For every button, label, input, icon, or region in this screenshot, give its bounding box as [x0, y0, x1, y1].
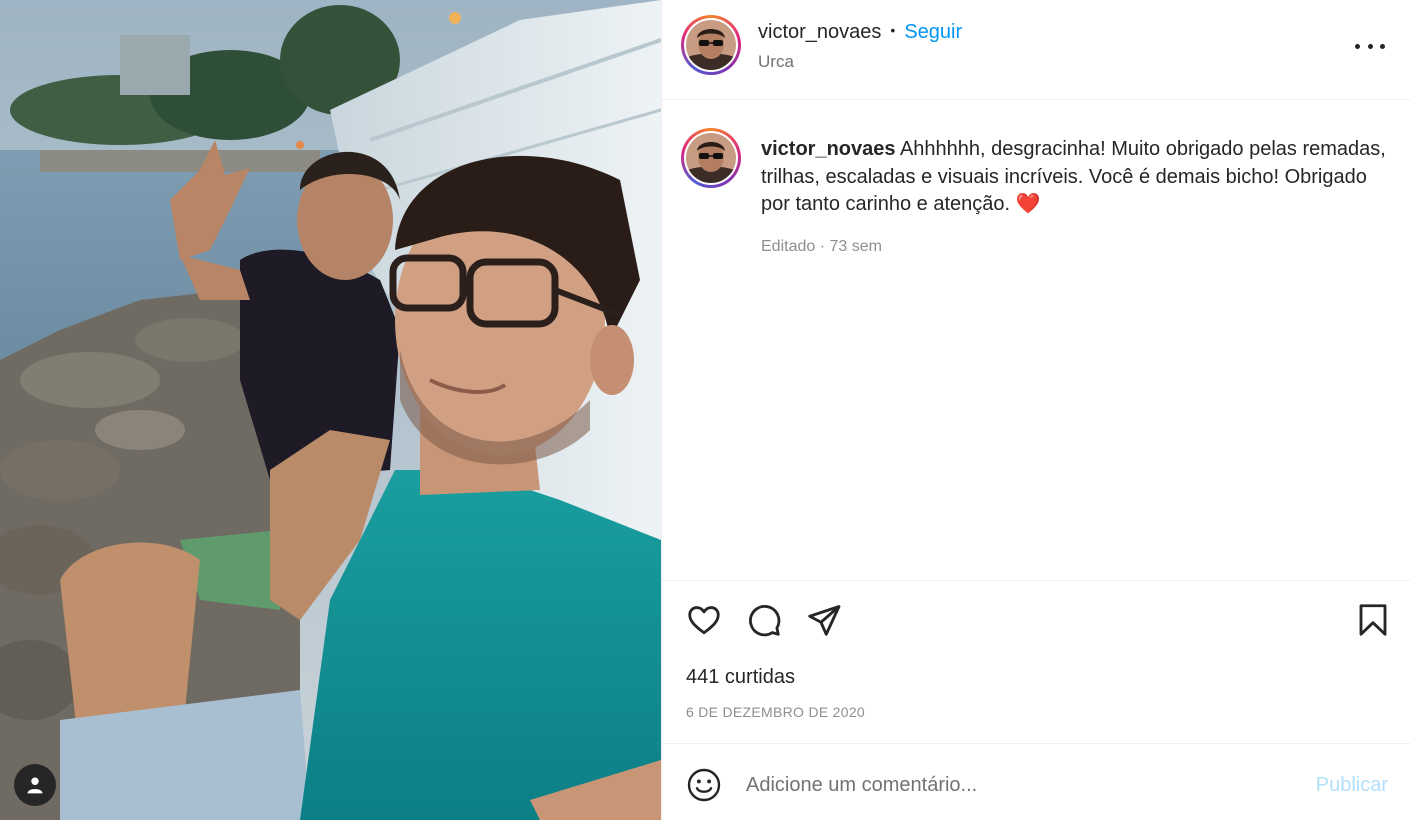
author-username[interactable]: victor_novaes	[758, 21, 881, 44]
like-button[interactable]	[685, 601, 723, 639]
post-photo[interactable]	[0, 0, 661, 820]
caption-meta: Editado · 73 sem	[761, 238, 882, 255]
share-icon	[808, 605, 841, 636]
heart-icon	[688, 606, 720, 635]
heart-emoji: ❤️	[1015, 193, 1041, 215]
separator-dot: •	[890, 22, 896, 38]
follow-button[interactable]: Seguir	[904, 21, 962, 44]
save-button[interactable]	[1354, 601, 1392, 639]
header-title-row: victor_novaes • Seguir	[758, 21, 962, 44]
caption-author-avatar[interactable]	[681, 128, 741, 188]
comment-icon	[749, 604, 781, 637]
post-location[interactable]: Urca	[758, 52, 794, 72]
post-details-panel: victor_novaes • Seguir Urca victor_novae…	[661, 0, 1410, 820]
post-actions: 441 curtidas 6 DE DEZEMBRO DE 2020	[662, 580, 1410, 743]
comment-input[interactable]	[746, 766, 1266, 804]
tagged-users-button[interactable]	[14, 764, 56, 806]
share-button[interactable]	[805, 601, 843, 639]
comment-button[interactable]	[745, 601, 783, 639]
photo-scene	[0, 0, 661, 820]
more-options-button[interactable]	[1355, 34, 1385, 58]
emoji-icon	[687, 768, 721, 802]
user-icon	[27, 777, 43, 794]
avatar-image	[686, 133, 736, 183]
caption-username[interactable]: victor_novaes	[761, 138, 896, 160]
author-avatar[interactable]	[681, 15, 741, 75]
post-header: victor_novaes • Seguir Urca	[662, 0, 1410, 100]
avatar-image	[686, 20, 736, 70]
add-comment-bar: Publicar	[662, 743, 1410, 820]
post-caption: victor_novaes Ahhhhhh, desgracinha! Muit…	[761, 136, 1391, 219]
bookmark-icon	[1359, 604, 1387, 636]
emoji-button[interactable]	[686, 767, 722, 803]
like-count[interactable]: 441 curtidas	[686, 666, 795, 689]
post-date[interactable]: 6 DE DEZEMBRO DE 2020	[686, 704, 865, 720]
publish-button[interactable]: Publicar	[1316, 774, 1388, 797]
more-options-icon	[1355, 43, 1360, 49]
instagram-post: victor_novaes • Seguir Urca victor_novae…	[0, 0, 1410, 820]
comments-section: victor_novaes Ahhhhhh, desgracinha! Muit…	[662, 100, 1410, 580]
